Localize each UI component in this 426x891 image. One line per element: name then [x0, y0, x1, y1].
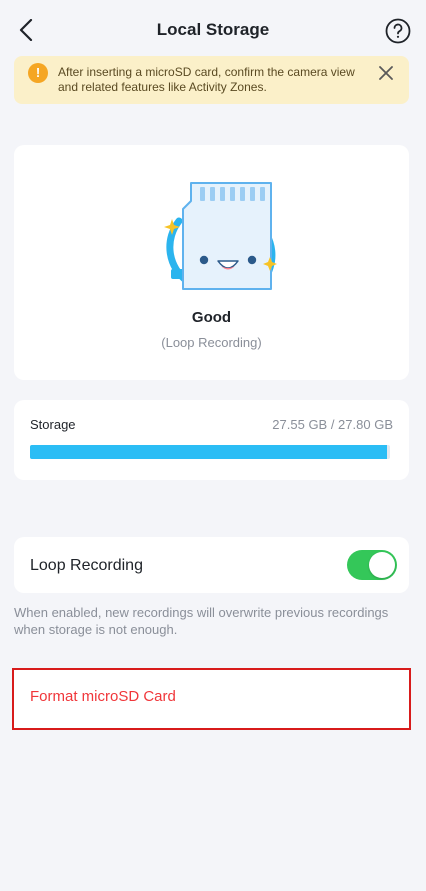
loop-recording-row: Loop Recording: [14, 537, 409, 593]
warning-circle-icon: !: [28, 63, 48, 83]
notice-close-button[interactable]: [377, 64, 395, 82]
toggle-knob: [369, 552, 395, 578]
storage-card: Storage 27.55 GB / 27.80 GB: [14, 400, 409, 480]
page-title: Local Storage: [156, 20, 270, 39]
help-button[interactable]: [385, 18, 411, 44]
header: Local Storage: [0, 0, 426, 56]
storage-progress-fill: [30, 445, 387, 459]
format-sd-card-button[interactable]: Format microSD Card: [12, 668, 411, 730]
sd-status-title: Good: [191, 309, 232, 326]
loop-recording-label: Loop Recording: [30, 557, 143, 574]
sd-card-notice-banner: ! After inserting a microSD card, confir…: [14, 56, 409, 104]
sd-status-card: Good (Loop Recording): [14, 145, 409, 380]
loop-recording-toggle[interactable]: [347, 550, 397, 580]
sd-status-subtitle: (Loop Recording): [161, 335, 262, 350]
sd-card-smile-illustration: [164, 182, 277, 290]
storage-value: 27.55 GB / 27.80 GB: [272, 417, 393, 432]
question-circle-icon: [385, 18, 411, 44]
format-sd-card-label: Format microSD Card: [30, 688, 176, 705]
loop-recording-description: When enabled, new recordings will overwr…: [14, 605, 389, 637]
close-icon: [379, 66, 393, 80]
storage-label: Storage: [30, 417, 76, 432]
notice-text: After inserting a microSD card, confirm …: [58, 65, 355, 94]
storage-progress-bar: [30, 445, 390, 459]
